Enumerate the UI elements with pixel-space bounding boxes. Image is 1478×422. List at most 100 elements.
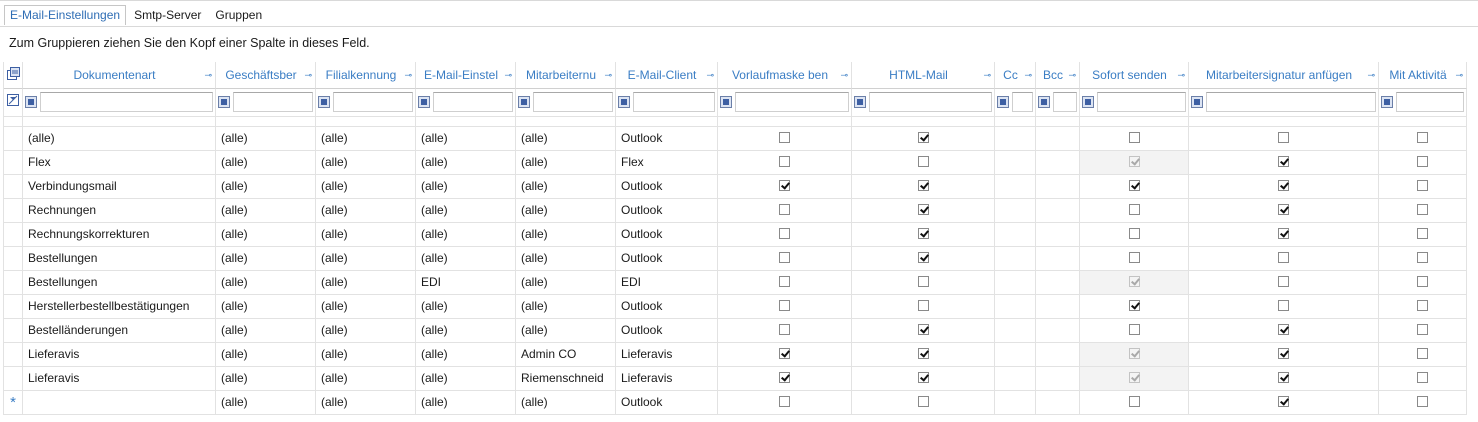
cell-html-mail-checkbox[interactable] — [917, 132, 929, 144]
cell-bcc[interactable] — [1036, 319, 1080, 343]
cell-vorlaufmaske-checkbox[interactable] — [779, 132, 790, 144]
tab-groups[interactable]: Gruppen — [209, 5, 268, 25]
row-selector[interactable] — [4, 367, 23, 391]
cell-mitarbeitersignatur-checkbox[interactable] — [1278, 228, 1289, 240]
cell-mitarbeiternummer[interactable]: (alle) — [516, 175, 616, 199]
cell-email-client[interactable]: Outlook — [616, 127, 718, 151]
row-selector[interactable] — [4, 319, 23, 343]
cell-geschaeftsbereich[interactable]: (alle) — [216, 127, 316, 151]
cell-email-client[interactable]: Outlook — [616, 199, 718, 223]
filter-input-cc[interactable] — [1012, 92, 1033, 112]
cell-email-client[interactable]: Lieferavis — [616, 343, 718, 367]
cell-email-client[interactable]: Outlook — [616, 319, 718, 343]
cell-mit-aktivitaet-checkbox[interactable] — [1417, 252, 1428, 264]
column-header-filialkennung[interactable]: Filialkennung ⊸ — [316, 62, 416, 89]
cell-email-client[interactable]: Outlook — [616, 295, 718, 319]
table-row[interactable]: Bestellungen (alle) (alle) EDI (alle) EDI — [4, 271, 1467, 295]
cell-geschaeftsbereich[interactable]: (alle) — [216, 271, 316, 295]
pin-icon[interactable]: ⊸ — [604, 62, 612, 88]
cell-mit-aktivitaet-checkbox[interactable] — [1417, 372, 1428, 384]
filter-operator-icon[interactable] — [997, 96, 1009, 108]
table-row[interactable]: Lieferavis (alle) (alle) (alle) Riemenschnei… — [4, 367, 1467, 391]
cell-geschaeftsbereich[interactable]: (alle) — [216, 175, 316, 199]
cell-geschaeftsbereich[interactable]: (alle) — [216, 223, 316, 247]
cell-cc[interactable] — [995, 391, 1036, 415]
cell-mitarbeiternummer[interactable]: (alle) — [516, 199, 616, 223]
cell-bcc[interactable] — [1036, 391, 1080, 415]
filter-input-email-einstellung[interactable] — [433, 92, 513, 112]
cell-geschaeftsbereich[interactable]: (alle) — [216, 151, 316, 175]
cell-bcc[interactable] — [1036, 247, 1080, 271]
pin-icon[interactable]: ⊸ — [504, 62, 512, 88]
tab-smtp-server[interactable]: Smtp-Server — [128, 5, 207, 25]
cell-email-einstellung[interactable]: (alle) — [416, 295, 516, 319]
pin-icon[interactable]: ⊸ — [706, 62, 714, 88]
cell-mit-aktivitaet-checkbox[interactable] — [1417, 300, 1428, 312]
cell-vorlaufmaske-checkbox[interactable] — [779, 252, 790, 264]
cell-vorlaufmaske-checkbox[interactable] — [779, 180, 790, 192]
cell-bcc[interactable] — [1036, 367, 1080, 391]
cell-email-einstellung[interactable]: (alle) — [416, 247, 516, 271]
cell-geschaeftsbereich[interactable]: (alle) — [216, 391, 316, 415]
cell-cc[interactable] — [995, 151, 1036, 175]
cell-email-einstellung[interactable]: (alle) — [416, 319, 516, 343]
pin-icon[interactable]: ⊸ — [840, 62, 848, 88]
cell-geschaeftsbereich[interactable]: (alle) — [216, 319, 316, 343]
cell-mitarbeiternummer[interactable]: (alle) — [516, 271, 616, 295]
cell-email-client[interactable]: Outlook — [616, 247, 718, 271]
filter-operator-icon[interactable] — [1082, 96, 1094, 108]
cell-mitarbeitersignatur-checkbox[interactable] — [1278, 372, 1289, 384]
cell-cc[interactable] — [995, 343, 1036, 367]
cell-mit-aktivitaet-checkbox[interactable] — [1417, 180, 1428, 192]
cell-html-mail-checkbox[interactable] — [917, 252, 929, 264]
cell-vorlaufmaske-checkbox[interactable] — [779, 228, 790, 240]
cell-dokumentenart[interactable]: Bestelländerungen — [23, 319, 216, 343]
column-header-email-client[interactable]: E-Mail-Client ⊸ — [616, 62, 718, 89]
cell-mit-aktivitaet-checkbox[interactable] — [1417, 132, 1428, 144]
cell-bcc[interactable] — [1036, 127, 1080, 151]
column-header-cc[interactable]: Cc ⊸ — [995, 62, 1036, 89]
cell-sofort-senden-checkbox[interactable] — [1128, 252, 1140, 264]
cell-email-client[interactable]: EDI — [616, 271, 718, 295]
pin-icon[interactable]: ⊸ — [1367, 62, 1375, 88]
column-header-dokumentenart[interactable]: Dokumentenart ⊸ — [23, 62, 216, 89]
cell-email-client[interactable]: Flex — [616, 151, 718, 175]
cell-filialkennung[interactable]: (alle) — [316, 391, 416, 415]
cell-email-client[interactable]: Outlook — [616, 175, 718, 199]
cell-email-einstellung[interactable]: (alle) — [416, 151, 516, 175]
filter-operator-icon[interactable] — [518, 96, 530, 108]
cell-email-einstellung[interactable]: (alle) — [416, 127, 516, 151]
cell-bcc[interactable] — [1036, 175, 1080, 199]
cell-mitarbeitersignatur-checkbox[interactable] — [1278, 324, 1289, 336]
column-header-geschaeftsbereich[interactable]: Geschäftsber ⊸ — [216, 62, 316, 89]
filter-input-geschaeftsbereich[interactable] — [233, 92, 313, 112]
cell-bcc[interactable] — [1036, 151, 1080, 175]
row-selector[interactable] — [4, 343, 23, 367]
filter-input-dokumentenart[interactable] — [40, 92, 213, 112]
new-row[interactable]: * (alle) (alle) (alle) (alle) Outlook — [4, 391, 1467, 415]
cell-sofort-senden-checkbox[interactable] — [1128, 132, 1140, 144]
cell-mitarbeiternummer[interactable]: Riemenschneid — [516, 367, 616, 391]
filter-input-mitarbeitersignatur[interactable] — [1206, 92, 1376, 112]
cell-bcc[interactable] — [1036, 343, 1080, 367]
cell-mit-aktivitaet-checkbox[interactable] — [1417, 348, 1428, 360]
cell-mitarbeitersignatur-checkbox[interactable] — [1278, 132, 1289, 144]
cell-html-mail-checkbox[interactable] — [917, 204, 929, 216]
cell-email-client[interactable]: Outlook — [616, 391, 718, 415]
table-row[interactable]: Bestelländerungen (alle) (alle) (alle) (alle… — [4, 319, 1467, 343]
cell-bcc[interactable] — [1036, 199, 1080, 223]
table-row[interactable]: Verbindungsmail (alle) (alle) (alle) (alle) O… — [4, 175, 1467, 199]
column-header-sofort-senden[interactable]: Sofort senden ⊸ — [1080, 62, 1189, 89]
cell-mit-aktivitaet-checkbox[interactable] — [1417, 204, 1428, 216]
table-row[interactable]: Rechnungskorrekturen (alle) (alle) (alle) (a… — [4, 223, 1467, 247]
cell-cc[interactable] — [995, 199, 1036, 223]
table-row[interactable]: Lieferavis (alle) (alle) (alle) Admin CO Lief… — [4, 343, 1467, 367]
cell-mitarbeiternummer[interactable]: (alle) — [516, 151, 616, 175]
pin-icon[interactable]: ⊸ — [1455, 62, 1463, 88]
cell-dokumentenart[interactable]: Rechnungskorrekturen — [23, 223, 216, 247]
cell-cc[interactable] — [995, 247, 1036, 271]
cell-filialkennung[interactable]: (alle) — [316, 199, 416, 223]
filter-input-mitarbeiternummer[interactable] — [533, 92, 613, 112]
cell-email-einstellung[interactable]: (alle) — [416, 175, 516, 199]
filter-operator-icon[interactable] — [720, 96, 732, 108]
